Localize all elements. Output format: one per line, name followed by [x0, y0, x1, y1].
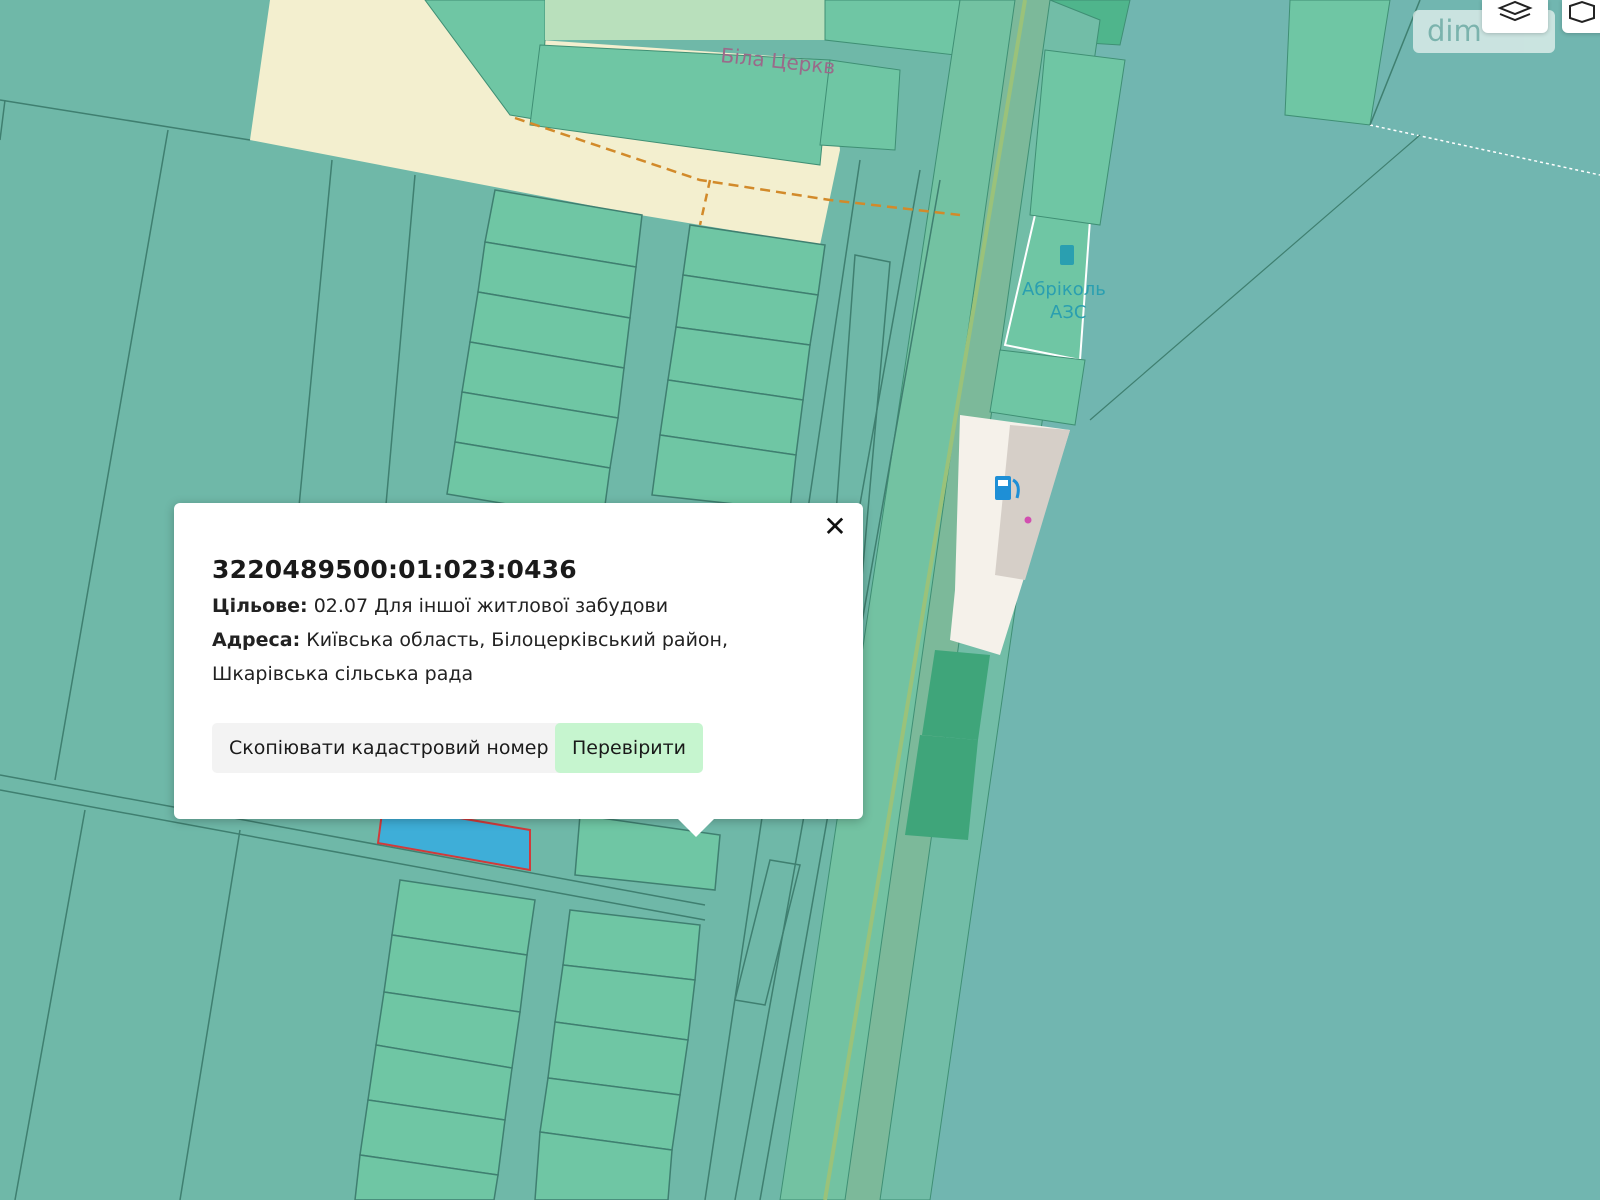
poi-dot	[1024, 516, 1032, 524]
purpose-line: Цільове: 02.07 Для іншої житлової забудо…	[212, 589, 822, 623]
copy-cadastral-button[interactable]: Скопіювати кадастровий номер	[212, 723, 566, 773]
popup-tip	[678, 819, 714, 837]
cadastral-number: 3220489500:01:023:0436	[212, 555, 577, 584]
poi-label-line2: АЗС	[1050, 302, 1086, 323]
parcel-azs-2[interactable]	[989, 349, 1086, 426]
fuel-icon-small[interactable]	[1060, 245, 1074, 265]
park-area	[545, 0, 825, 40]
address-label: Адреса:	[212, 629, 301, 651]
poi-label-line1: Абріколь	[1022, 279, 1106, 300]
check-button[interactable]: Перевірити	[555, 723, 704, 773]
logo-text: dim	[1427, 14, 1482, 48]
layers-button[interactable]	[1482, 0, 1548, 33]
cube-icon	[1569, 0, 1595, 24]
parcel-info-popup: ✕ 3220489500:01:023:0436 Цільове: 02.07 …	[174, 503, 863, 837]
close-icon[interactable]: ✕	[821, 513, 849, 541]
cube-button[interactable]	[1562, 0, 1600, 33]
address-line: Адреса: Київська область, Білоцерківськи…	[212, 623, 822, 691]
purpose-label: Цільове:	[212, 595, 308, 617]
purpose-value: 02.07 Для іншої житлової забудови	[313, 595, 669, 617]
layers-icon	[1497, 0, 1533, 22]
